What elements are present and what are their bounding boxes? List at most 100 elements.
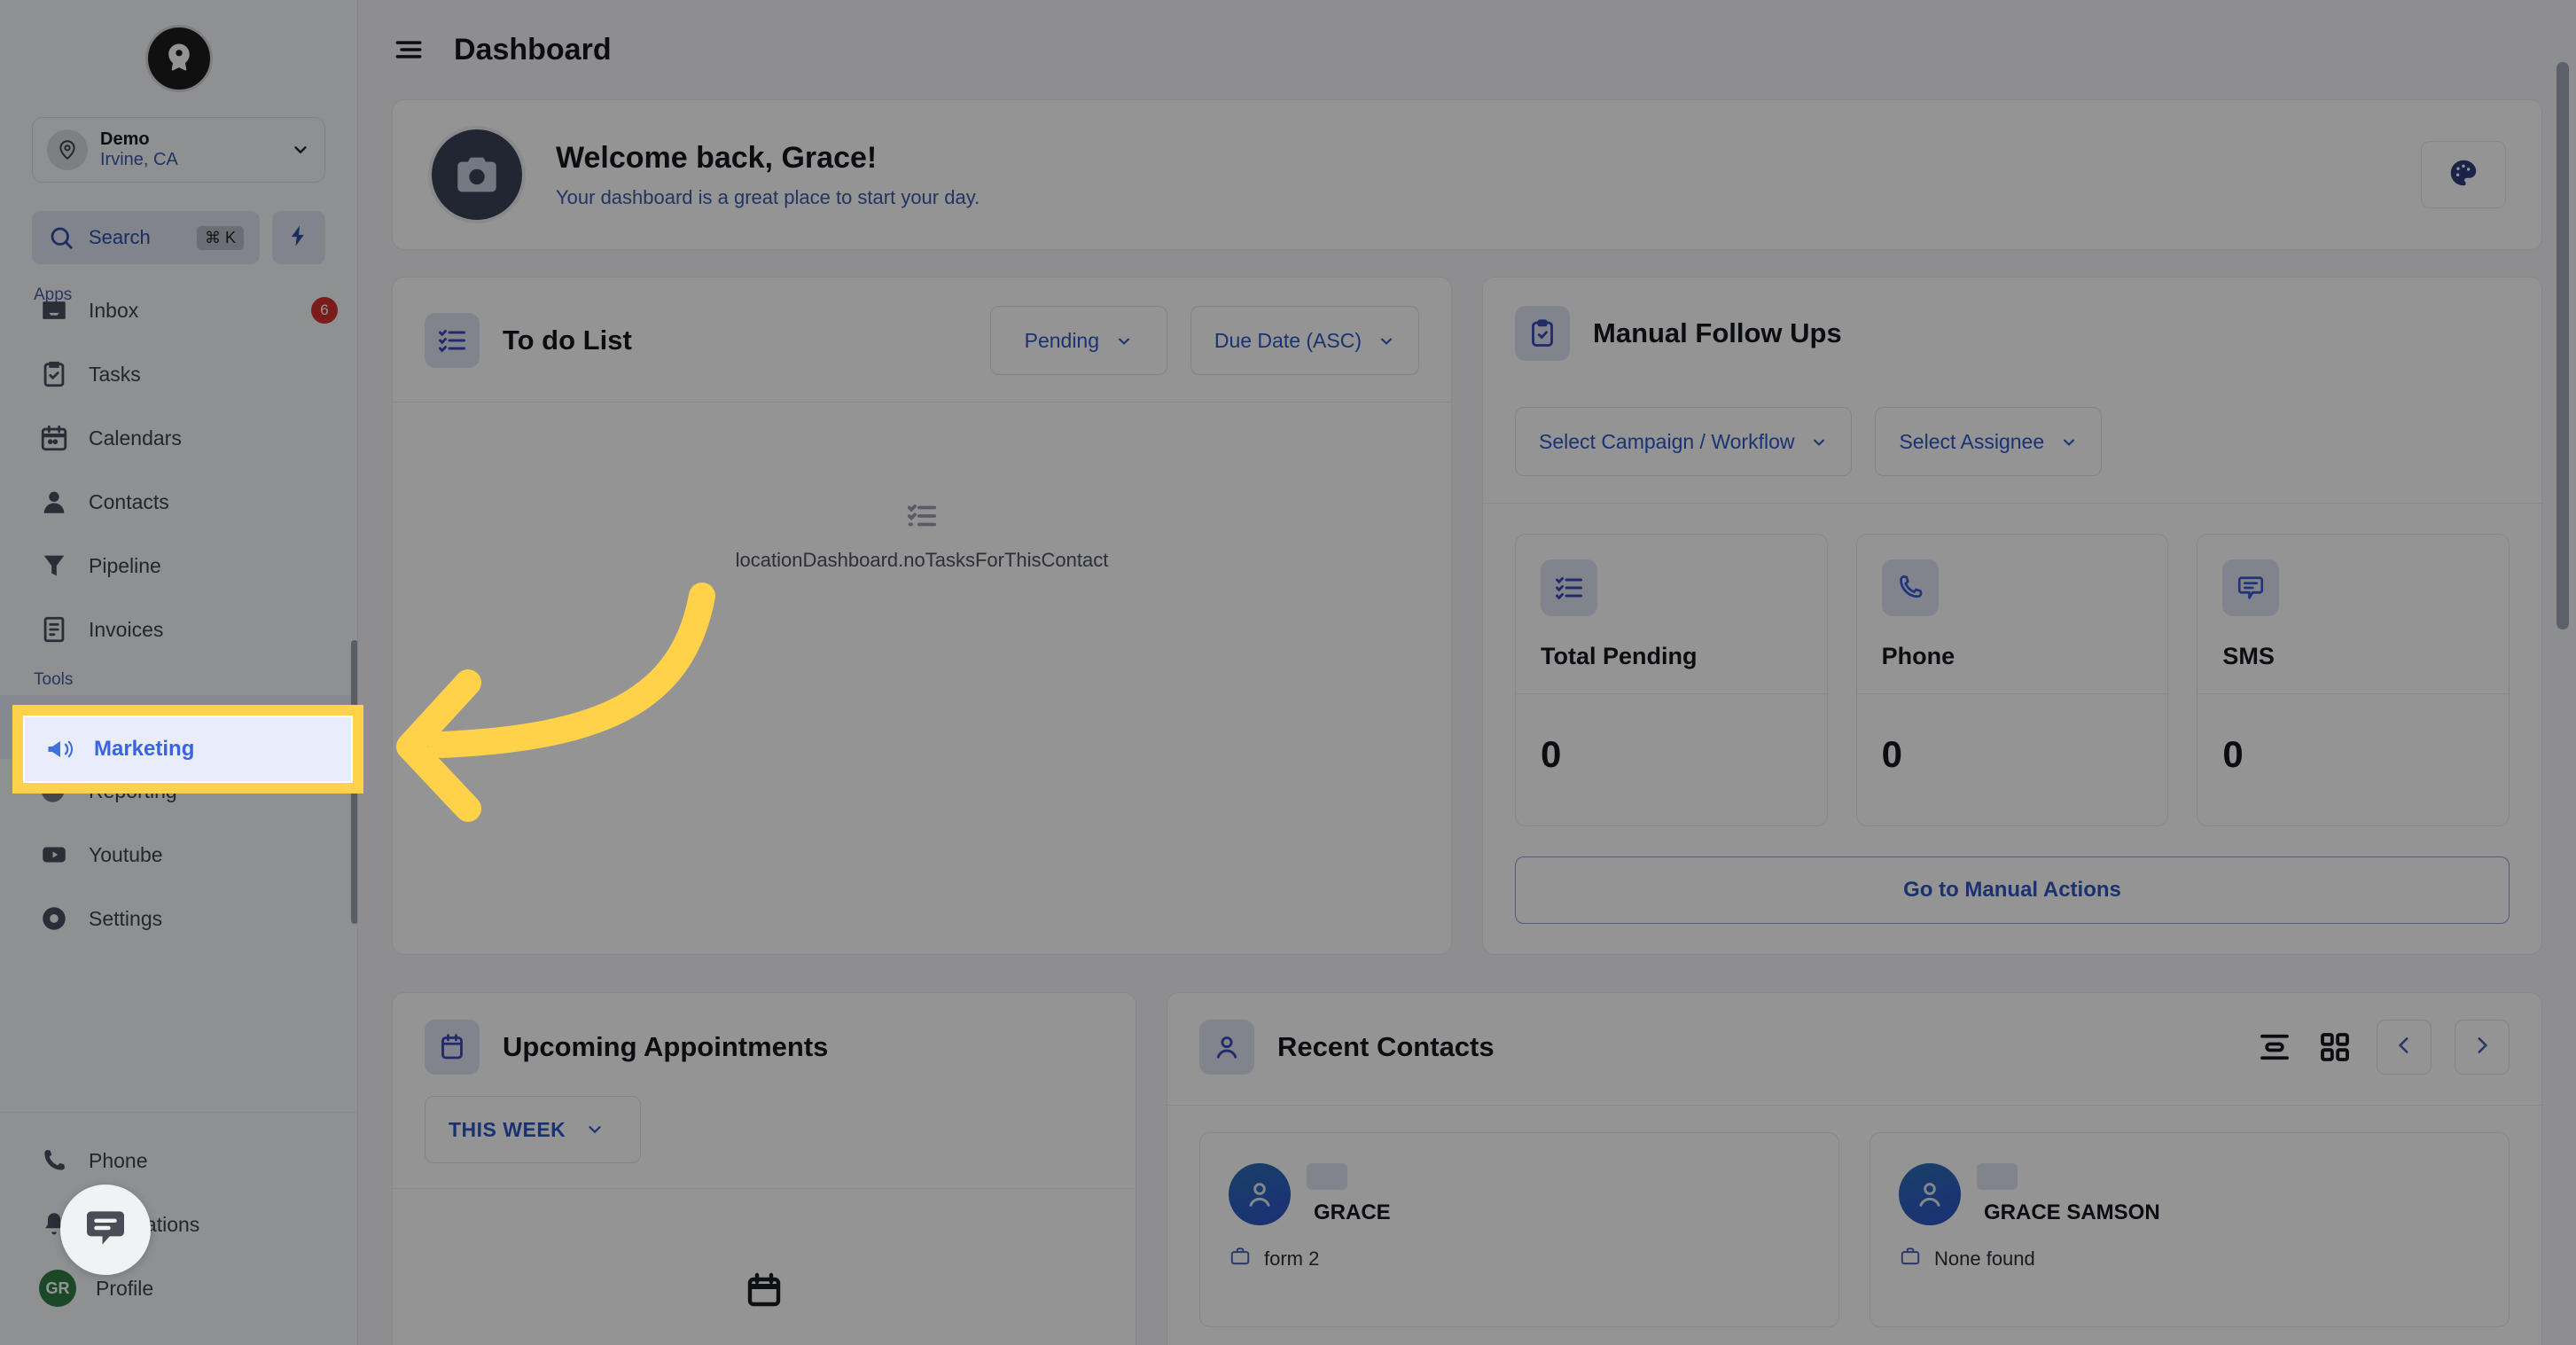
- theme-palette-button[interactable]: [2421, 141, 2506, 208]
- page-title: Dashboard: [454, 32, 612, 66]
- recent-contacts-card: Recent Contacts GRACE form 2 GRACE SAMSO…: [1167, 992, 2542, 1345]
- youtube-icon: [39, 840, 69, 870]
- sidebar-item-label: Youtube: [89, 842, 163, 866]
- avatar: [1229, 1163, 1291, 1225]
- stat-tile-phone: Phone 0: [1855, 534, 2169, 826]
- chevron-right-icon: [2471, 1034, 2494, 1061]
- map-pin-icon: [47, 129, 88, 170]
- assignee-select[interactable]: Select Assignee: [1875, 407, 2103, 476]
- sidebar-item-youtube[interactable]: Youtube: [0, 823, 357, 887]
- todo-sort-filter-label: Due Date (ASC): [1214, 328, 1362, 352]
- lightning-bolt-icon: [286, 223, 311, 253]
- camera-icon[interactable]: [428, 126, 526, 223]
- chevron-down-icon: [1115, 332, 1133, 349]
- calendar-icon: [39, 423, 69, 453]
- appointments-title: Upcoming Appointments: [503, 1031, 829, 1062]
- appointments-header: Upcoming Appointments THIS WEEK: [393, 993, 1136, 1163]
- contact-source-label: None found: [1934, 1247, 2035, 1270]
- dashboard-content: Welcome back, Grace! Your dashboard is a…: [358, 99, 2576, 1345]
- manual-follow-ups-card: Manual Follow Ups Select Campaign / Work…: [1482, 277, 2542, 955]
- profile-avatar: GR: [39, 1270, 76, 1307]
- app-root: Demo Irvine, CA Search ⌘ K Apps Inbox 6 …: [0, 0, 2576, 1345]
- contact-card[interactable]: GRACE SAMSON None found: [1870, 1132, 2510, 1327]
- list-view-icon[interactable]: [2256, 1028, 2293, 1066]
- search-shortcut: ⌘ K: [196, 225, 244, 250]
- chevron-down-icon: [1378, 332, 1395, 349]
- color-palette-icon: [2447, 156, 2480, 194]
- megaphone-icon: [39, 712, 69, 742]
- contacts-prev-button[interactable]: [2377, 1020, 2432, 1075]
- location-name: Demo: [100, 129, 150, 149]
- inbox-badge: 6: [311, 297, 338, 324]
- search-input[interactable]: Search ⌘ K: [32, 211, 260, 264]
- brand-logo[interactable]: [0, 0, 357, 117]
- checklist-icon: [905, 499, 939, 533]
- sidebar-item-profile[interactable]: GR Profile: [0, 1256, 357, 1320]
- sidebar: Demo Irvine, CA Search ⌘ K Apps Inbox 6 …: [0, 0, 358, 1345]
- stat-tile-label: Total Pending: [1541, 643, 1698, 669]
- sidebar-item-settings[interactable]: Settings: [0, 887, 357, 950]
- phone-icon: [1881, 559, 1939, 616]
- sidebar-item-notifications[interactable]: Notifications: [0, 1193, 357, 1256]
- hamburger-menu-icon[interactable]: [392, 33, 425, 66]
- sidebar-item-label: Phone: [89, 1148, 148, 1172]
- inbox-icon: [39, 295, 69, 325]
- welcome-heading: Welcome back, Grace!: [556, 140, 878, 175]
- todo-card-title: To do List: [503, 325, 632, 356]
- chevron-down-icon: [585, 1120, 605, 1139]
- funnel-icon: [39, 551, 69, 581]
- contacts-next-button[interactable]: [2455, 1020, 2510, 1075]
- todo-sort-filter[interactable]: Due Date (ASC): [1190, 306, 1419, 375]
- sidebar-item-pipeline[interactable]: Pipeline: [0, 534, 357, 598]
- recent-contacts-list: GRACE form 2 GRACE SAMSON None found: [1167, 1106, 2541, 1327]
- sidebar-nav-scroll[interactable]: Apps Inbox 6 Tasks Calendars Contacts Pi…: [0, 277, 357, 1112]
- sidebar-item-label: Contacts: [89, 489, 169, 513]
- todo-empty-message: locationDashboard.noTasksForThisContact: [735, 549, 1109, 571]
- go-to-manual-actions-button[interactable]: Go to Manual Actions: [1515, 856, 2510, 924]
- sidebar-item-invoices[interactable]: Invoices: [0, 598, 357, 661]
- campaign-workflow-select[interactable]: Select Campaign / Workflow: [1515, 407, 1853, 476]
- sidebar-item-reporting[interactable]: Reporting: [0, 759, 357, 823]
- sidebar-item-calendars[interactable]: Calendars: [0, 406, 357, 470]
- location-switcher[interactable]: Demo Irvine, CA: [32, 117, 325, 183]
- campaign-workflow-label: Select Campaign / Workflow: [1539, 429, 1795, 453]
- stat-tile-value: 0: [1541, 733, 1562, 775]
- sms-bubble-icon: [2222, 559, 2280, 616]
- stat-tile-label: SMS: [2222, 643, 2275, 669]
- quick-action-button[interactable]: [272, 211, 325, 264]
- sidebar-section-tools-label: Tools: [34, 670, 74, 689]
- appointments-range-filter[interactable]: THIS WEEK: [425, 1096, 641, 1163]
- contact-tag-chip: [1977, 1163, 2018, 1190]
- clipboard-check-icon: [1515, 306, 1570, 361]
- sidebar-item-label: Marketing: [89, 715, 185, 739]
- search-label: Search: [89, 226, 151, 248]
- calendar-icon: [425, 1020, 480, 1075]
- follow-ups-title: Manual Follow Ups: [1593, 317, 1842, 348]
- sidebar-item-label: Calendars: [89, 426, 182, 450]
- chevron-down-icon: [2060, 433, 2078, 450]
- sidebar-item-label: Tasks: [89, 362, 141, 386]
- sidebar-item-label: Inbox: [89, 298, 139, 322]
- checklist-icon: [425, 313, 480, 368]
- sidebar-item-label: Settings: [89, 906, 163, 930]
- todo-status-filter[interactable]: Pending: [989, 306, 1167, 375]
- pie-chart-icon: [39, 776, 69, 806]
- todo-status-filter-label: Pending: [1024, 328, 1100, 352]
- recent-contacts-header: Recent Contacts: [1167, 993, 2541, 1105]
- sidebar-item-marketing[interactable]: Marketing: [0, 695, 357, 759]
- brand-a-logo-icon: [144, 25, 213, 92]
- sidebar-item-inbox[interactable]: Inbox 6: [0, 278, 357, 342]
- sidebar-scrollbar[interactable]: [351, 640, 357, 924]
- appointments-body: [393, 1189, 1136, 1345]
- contact-card[interactable]: GRACE form 2: [1199, 1132, 1839, 1327]
- follow-up-stat-tiles: Total Pending 0 Phone 0 SMS 0: [1483, 504, 2541, 826]
- sidebar-item-contacts[interactable]: Contacts: [0, 470, 357, 534]
- sidebar-item-phone[interactable]: Phone: [0, 1129, 357, 1193]
- follow-ups-header: Manual Follow Ups Select Campaign / Work…: [1483, 278, 2541, 503]
- invoice-icon: [39, 614, 69, 645]
- sidebar-item-tasks[interactable]: Tasks: [0, 342, 357, 406]
- chevron-down-icon: [291, 140, 310, 160]
- sidebar-item-label: Notifications: [89, 1212, 200, 1236]
- main-scrollbar[interactable]: [2556, 62, 2569, 629]
- grid-view-icon[interactable]: [2316, 1028, 2354, 1066]
